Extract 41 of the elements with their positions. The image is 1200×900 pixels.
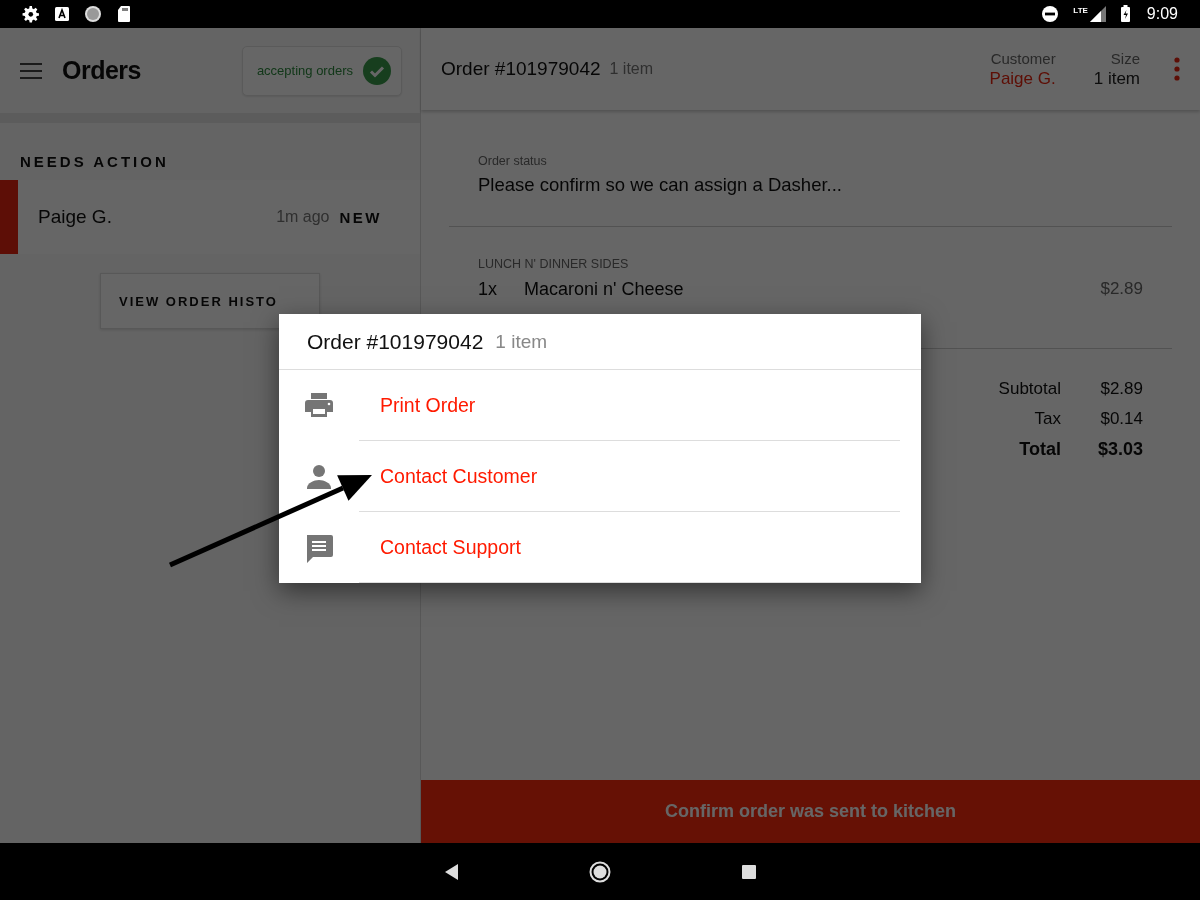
section-heading: NEEDS ACTION [19, 152, 170, 172]
clock-time: 9:09 [1146, 5, 1178, 23]
battery-icon [1119, 5, 1131, 23]
meta-label: Size [1110, 49, 1140, 67]
confirm-button[interactable]: Confirm order was sent to kitchen [421, 780, 1200, 843]
recent-apps-icon[interactable] [740, 863, 757, 880]
do-not-disturb-icon [1041, 5, 1060, 23]
total-label: Total [1018, 439, 1061, 460]
total-label: Tax [1033, 409, 1061, 429]
toggle-label: accepting orders [256, 63, 353, 78]
order-title: Order #101979042 [441, 58, 601, 80]
circle-icon [84, 5, 102, 23]
menu-item-label[interactable]: Contact Support [359, 512, 900, 583]
order-status-label: NEW [339, 208, 382, 226]
item-price: $2.89 [1100, 279, 1143, 300]
signal-icon [1089, 5, 1106, 23]
item-quantity: 1x [478, 279, 498, 300]
item-name: Macaroni n' Cheese [524, 279, 685, 300]
dialog-title: Order #101979042 [307, 329, 484, 354]
page-title: Orders [62, 56, 142, 85]
meta-label: Customer [990, 49, 1056, 67]
sd-card-icon [116, 5, 132, 23]
status-text: Please confirm so we can assign a Dasher... [478, 174, 843, 196]
total-label: Subtotal [997, 379, 1061, 399]
customer-name: Paige G. [37, 206, 113, 228]
item-count: 1 item [495, 330, 548, 353]
total-value: $0.14 [1099, 409, 1144, 429]
view-order-history-button[interactable]: VIEW ORDER HISTO [100, 273, 320, 329]
home-icon[interactable] [588, 860, 611, 883]
category-heading: LUNCH N' DINNER SIDES [478, 257, 630, 271]
back-icon[interactable] [443, 862, 459, 881]
total-value: $2.89 [1099, 379, 1144, 399]
total-value: $3.03 [1096, 439, 1144, 460]
settings-icon [22, 5, 40, 23]
status-label: Order status [478, 154, 548, 168]
menu-icon[interactable] [20, 62, 42, 79]
customer-name: Paige G. [989, 68, 1056, 89]
font-icon [54, 6, 70, 22]
signal-label: LTE [1073, 6, 1088, 15]
order-size: 1 item [1093, 68, 1140, 89]
accepting-orders-toggle[interactable]: accepting orders [241, 45, 402, 96]
